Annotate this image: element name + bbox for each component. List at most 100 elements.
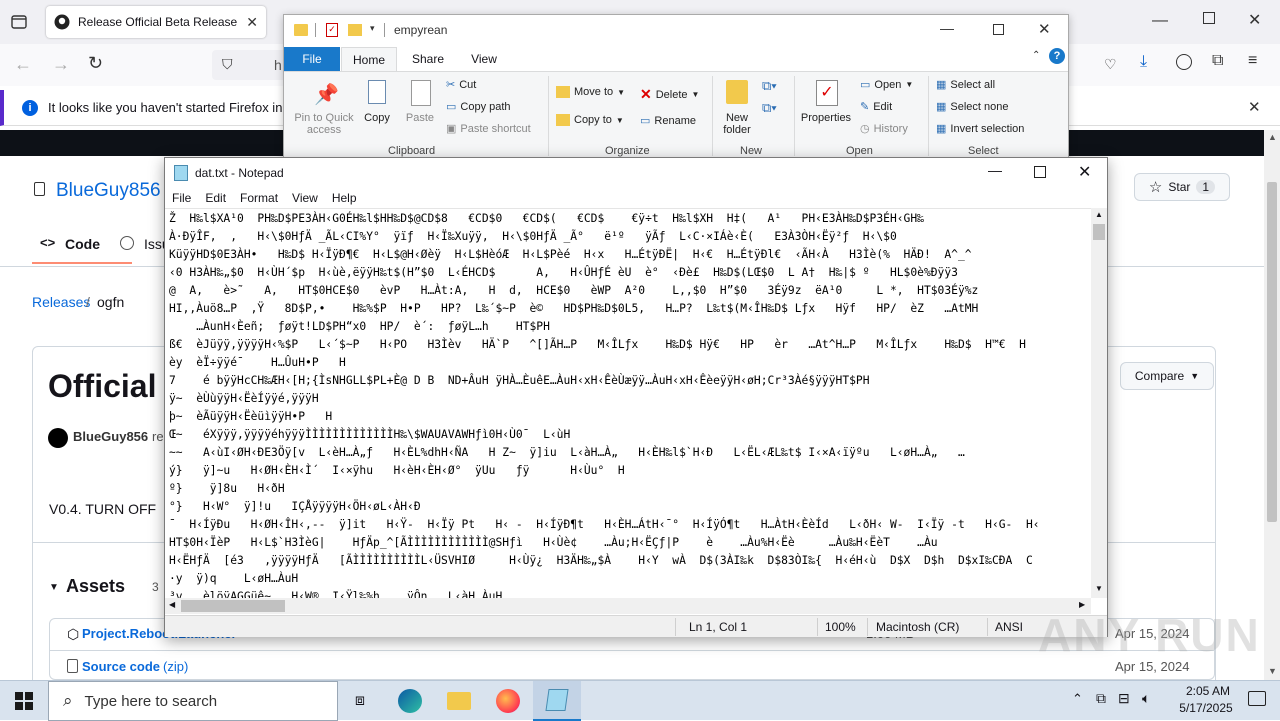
task-view-button[interactable]: ⧈ — [336, 681, 384, 721]
properties-button[interactable]: Properties — [798, 112, 854, 124]
paste-shortcut-button[interactable]: ▣ Paste shortcut — [446, 122, 531, 136]
collapse-ribbon-icon[interactable]: ⌃ — [1032, 50, 1040, 61]
volume-icon[interactable]: 🔈︎ — [1142, 690, 1150, 707]
window-restore-icon[interactable] — [1203, 12, 1215, 24]
reload-icon[interactable]: ↻ — [88, 53, 103, 74]
new-folder-button[interactable]: New folder — [718, 112, 756, 136]
release-author[interactable]: BlueGuy856 — [73, 429, 148, 444]
np-vscroll-thumb[interactable] — [1093, 224, 1105, 240]
history-button[interactable]: ◷ History — [860, 122, 908, 136]
taskbar-search[interactable]: ⌕ Type here to search — [48, 681, 338, 721]
back-icon[interactable]: ← — [14, 54, 32, 75]
menu-icon[interactable]: ≡ — [1248, 52, 1257, 70]
show-hidden-icons[interactable]: ⌃ — [1072, 691, 1083, 707]
explorer-close-icon[interactable]: ✕ — [1038, 20, 1051, 38]
tab-overview-icon[interactable] — [10, 14, 28, 30]
star-button[interactable]: ☆ Star 1 — [1134, 173, 1230, 201]
pocket-icon[interactable]: ♡ — [1104, 56, 1117, 73]
select-none-button[interactable]: ▦ Select none — [936, 100, 1009, 114]
star-label: Star — [1168, 180, 1191, 194]
np-scroll-left-icon[interactable]: ◀ — [169, 600, 175, 609]
select-all-label: Select all — [950, 78, 996, 91]
menu-view[interactable]: View — [292, 191, 318, 205]
menu-format[interactable]: Format — [240, 191, 278, 205]
downloads-icon[interactable]: ⤓ — [1140, 53, 1147, 71]
explorer-maximize-icon[interactable] — [993, 24, 1004, 35]
new-item-icon[interactable]: ⧉▾ — [762, 78, 777, 94]
notepad-minimize-icon[interactable]: — — [988, 162, 1002, 178]
compare-button[interactable]: Compare ▼ — [1120, 362, 1214, 390]
close-tab-icon[interactable]: ✕ — [246, 14, 258, 31]
account-icon[interactable] — [1176, 54, 1192, 70]
np-hscroll-thumb[interactable] — [181, 600, 285, 612]
window-minimize-icon[interactable]: — — [1152, 12, 1168, 30]
source-code-link[interactable]: Source code — [82, 659, 160, 674]
file-explorer-button[interactable] — [435, 681, 483, 721]
notification-close-icon[interactable]: ✕ — [1248, 98, 1261, 116]
np-scroll-down-icon[interactable]: ▼ — [1095, 584, 1103, 593]
clock-time[interactable]: 2:05 AM — [1172, 684, 1244, 698]
copy-button[interactable]: Copy — [360, 112, 394, 124]
browser-tab-active[interactable]: Release Official Beta Release! · B ✕ — [46, 6, 266, 38]
notepad-text-area[interactable]: Ž H‰l$XA¹0 PH‰D$PE3ÀH‹G0ÉH‰l$HH‰D$@CD$8 … — [165, 208, 1091, 598]
ribbon-tab-file[interactable]: File — [284, 47, 340, 71]
ribbon-tab-share[interactable]: Share — [402, 47, 454, 71]
notepad-close-icon[interactable]: ✕ — [1078, 162, 1091, 182]
start-button[interactable] — [0, 681, 48, 721]
ribbon-tab-view[interactable]: View — [458, 47, 510, 71]
notifications-icon[interactable] — [1248, 691, 1266, 706]
select-all-button[interactable]: ▦ Select all — [936, 78, 996, 92]
menu-file[interactable]: File — [172, 191, 191, 205]
edge-button[interactable] — [386, 681, 434, 721]
pin-quick-access-button[interactable]: Pin to Quick access — [290, 112, 358, 136]
new-folder-icon — [726, 80, 748, 104]
assets-count: 3 — [152, 580, 159, 594]
scroll-thumb[interactable] — [1267, 182, 1277, 522]
window-close-icon[interactable]: ✕ — [1248, 10, 1261, 30]
rename-button[interactable]: ▭ Rename — [640, 114, 696, 128]
breadcrumb-releases[interactable]: Releases — [32, 294, 90, 310]
page-scrollbar[interactable]: ▲ ▼ — [1264, 130, 1280, 680]
extensions-icon[interactable]: ⧉ — [1212, 52, 1223, 70]
tab-code[interactable]: Code — [65, 236, 100, 252]
menu-help[interactable]: Help — [332, 191, 357, 205]
properties-qa-icon[interactable]: ✓ — [326, 23, 338, 37]
new-folder-qa-icon[interactable] — [348, 24, 362, 36]
open-icon: ▭ — [860, 79, 871, 91]
move-to-button[interactable]: Move to ▼ — [556, 86, 625, 98]
easy-access-icon[interactable]: ⧉▾ — [762, 100, 777, 116]
ribbon-tab-home[interactable]: Home — [341, 47, 397, 71]
customize-qa-icon[interactable]: ▾ — [370, 23, 375, 34]
clock-date[interactable]: 5/17/2025 — [1166, 701, 1246, 715]
explorer-minimize-icon[interactable]: — — [940, 20, 954, 36]
cut-button[interactable]: ✂ Cut — [446, 78, 476, 92]
copy-to-button[interactable]: Copy to ▼ — [556, 114, 624, 126]
tab-code-underline — [32, 262, 132, 264]
copy-path-button[interactable]: ▭ Copy path — [446, 100, 511, 114]
network-alert-icon[interactable]: ⧉ — [1096, 690, 1106, 707]
address-bar[interactable]: ⛉ h — [212, 50, 292, 80]
firefox-button[interactable] — [484, 681, 532, 721]
edit-button[interactable]: ✎ Edit — [860, 100, 892, 114]
open-button[interactable]: ▭ Open ▼ — [860, 78, 913, 92]
notepad-vertical-scrollbar[interactable]: ▲ ▼ — [1091, 208, 1107, 598]
scroll-down-icon[interactable]: ▼ — [1268, 666, 1277, 676]
paste-button[interactable]: Paste — [402, 112, 438, 124]
assets-toggle-icon[interactable]: ▼ — [49, 582, 59, 593]
invert-selection-button[interactable]: ▦ Invert selection — [936, 122, 1024, 136]
notepad-horizontal-scrollbar[interactable]: ◀ ▶ — [165, 598, 1091, 614]
group-organize: Organize — [605, 145, 650, 157]
notepad-taskbar-button[interactable] — [533, 681, 581, 721]
np-scroll-up-icon[interactable]: ▲ — [1095, 210, 1103, 219]
source-code-suffix[interactable]: (zip) — [163, 659, 188, 674]
repo-owner-link[interactable]: BlueGuy856 — [56, 180, 161, 202]
notepad-maximize-icon[interactable] — [1034, 166, 1046, 178]
menu-edit[interactable]: Edit — [205, 191, 226, 205]
explorer-window: ✓ ▾ empyrean — ✕ File Home Share View ⌃ … — [283, 14, 1069, 160]
scroll-up-icon[interactable]: ▲ — [1268, 132, 1277, 142]
forward-icon[interactable]: → — [52, 54, 70, 75]
network-icon[interactable]: ⊟ — [1118, 690, 1130, 707]
delete-button[interactable]: ✕ Delete ▼ — [640, 86, 699, 103]
assets-heading[interactable]: Assets — [66, 576, 125, 597]
help-icon[interactable]: ? — [1049, 48, 1065, 64]
